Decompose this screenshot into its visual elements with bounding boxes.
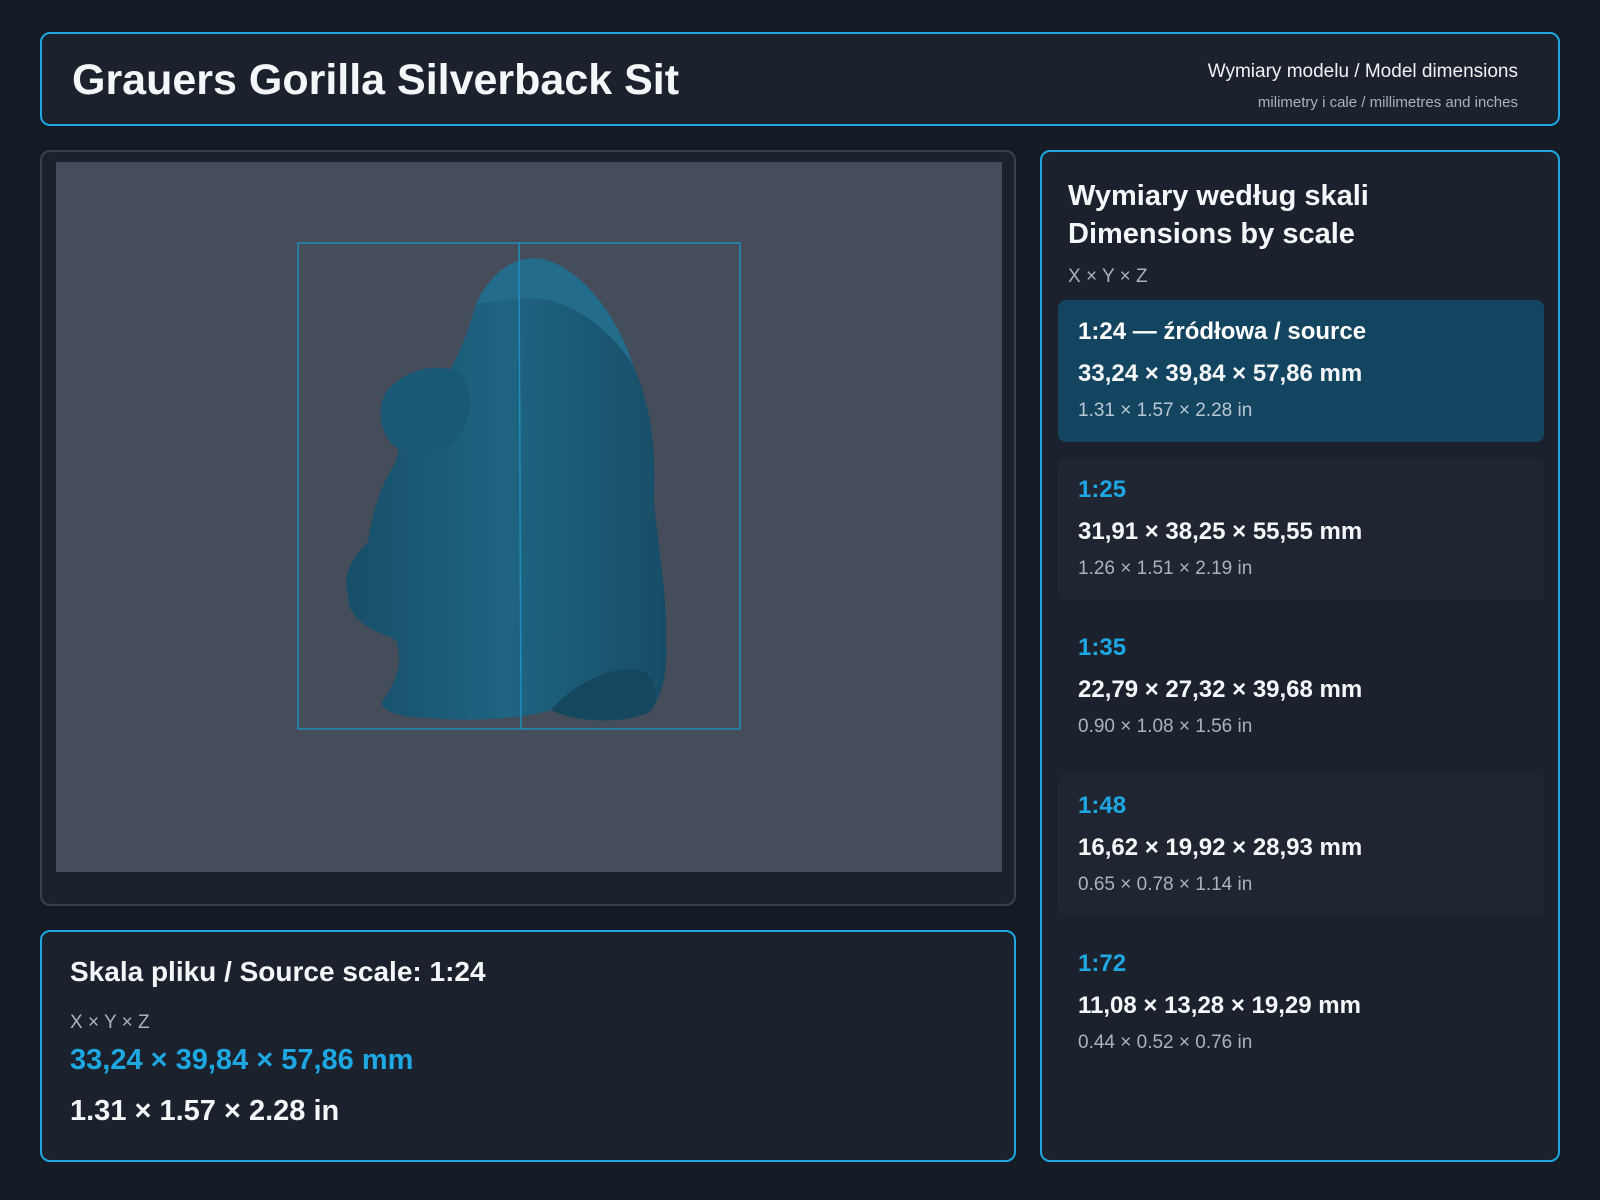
- scale-dimensions-mm: 31,91 × 38,25 × 55,55 mm: [1078, 518, 1363, 545]
- scales-panel-title-en: Dimensions by scale: [1068, 218, 1355, 250]
- scale-label: 1:48: [1078, 792, 1127, 819]
- scale-dimensions-inches: 0.65 × 0.78 × 1.14 in: [1078, 874, 1253, 895]
- source-scale-card: Skala pliku / Source scale: 1:24 X × Y ×…: [40, 930, 1016, 1162]
- model-viewer: [40, 150, 1016, 906]
- gorilla-model-icon: [297, 242, 741, 730]
- header: Grauers Gorilla Silverback Sit Wymiary m…: [40, 32, 1560, 126]
- viewport-canvas[interactable]: [56, 162, 1002, 872]
- source-scale-title: Skala pliku / Source scale: 1:24: [70, 956, 486, 987]
- scale-dimensions-mm: 22,79 × 27,32 × 39,68 mm: [1078, 676, 1363, 703]
- scale-dimensions-inches: 0.44 × 0.52 × 0.76 in: [1078, 1032, 1253, 1053]
- header-subtitle: Wymiary modelu / Model dimensions: [1207, 61, 1518, 82]
- source-dimensions-inches: 1.31 × 1.57 × 2.28 in: [70, 1095, 340, 1127]
- scale-label: 1:72: [1078, 950, 1127, 977]
- scales-panel: Wymiary według skali Dimensions by scale…: [1040, 150, 1560, 1162]
- scale-dimensions-inches: 0.90 × 1.08 × 1.56 in: [1078, 716, 1253, 737]
- gorilla-body: [346, 258, 667, 721]
- scale-row-1-48[interactable]: 1:48 16,62 × 19,92 × 28,93 mm 0.65 × 0.7…: [1058, 774, 1544, 916]
- scales-panel-axes-label: X × Y × Z: [1068, 266, 1148, 287]
- scale-dimensions-inches: 1.31 × 1.57 × 2.28 in: [1078, 400, 1253, 421]
- scale-dimensions-mm: 33,24 × 39,84 × 57,86 mm: [1078, 360, 1363, 387]
- scale-row-1-72[interactable]: 1:72 11,08 × 13,28 × 19,29 mm 0.44 × 0.5…: [1058, 932, 1544, 1074]
- scale-dimensions-mm: 16,62 × 19,92 × 28,93 mm: [1078, 834, 1363, 861]
- scale-label: 1:24 — źródłowa / source: [1078, 318, 1367, 345]
- scale-label: 1:35: [1078, 634, 1127, 661]
- page-title: Grauers Gorilla Silverback Sit: [72, 56, 680, 104]
- scale-dimensions-mm: 11,08 × 13,28 × 19,29 mm: [1078, 992, 1361, 1019]
- scale-label: 1:25: [1078, 476, 1127, 503]
- scales-panel-title-pl: Wymiary według skali: [1068, 180, 1369, 212]
- source-axes-label: X × Y × Z: [70, 1012, 150, 1033]
- header-units-note: milimetry i cale / millimetres and inche…: [1257, 94, 1518, 111]
- scale-row-1-35[interactable]: 1:35 22,79 × 27,32 × 39,68 mm 0.90 × 1.0…: [1058, 616, 1544, 758]
- scale-row-1-24[interactable]: 1:24 — źródłowa / source 33,24 × 39,84 ×…: [1058, 300, 1544, 442]
- scale-dimensions-inches: 1.26 × 1.51 × 2.19 in: [1078, 558, 1253, 579]
- source-dimensions-mm: 33,24 × 39,84 × 57,86 mm: [70, 1044, 414, 1076]
- scale-row-1-25[interactable]: 1:25 31,91 × 38,25 × 55,55 mm 1.26 × 1.5…: [1058, 458, 1544, 600]
